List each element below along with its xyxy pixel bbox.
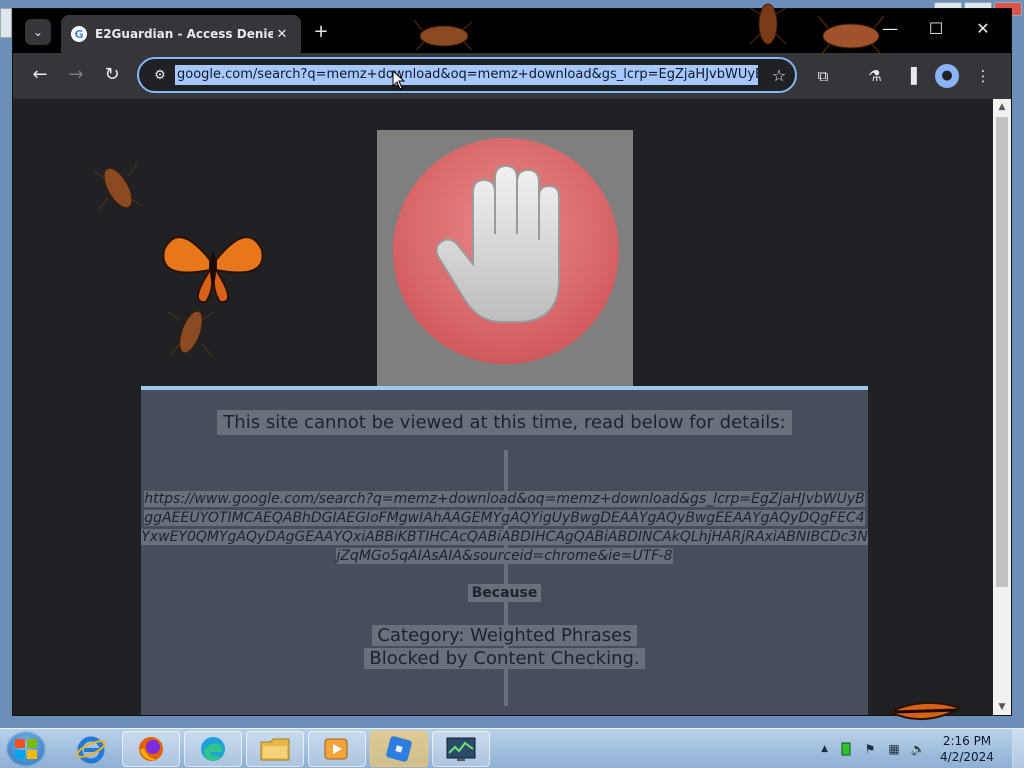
scroll-up-arrow-icon[interactable]: ▲ (993, 99, 1011, 115)
cockroach-icon (749, 3, 787, 45)
browser-toolbar: ← → ↻ ⚙ google.com/search?q=memz+downloa… (13, 53, 1011, 99)
taskbar-task-manager[interactable] (432, 731, 490, 767)
back-arrow-icon[interactable]: ← (27, 64, 53, 88)
blocked-url: https://www.google.com/search?q=memz+dow… (141, 490, 868, 566)
forward-arrow-icon[interactable]: → (63, 64, 89, 88)
edge-icon (201, 737, 225, 761)
maximize-icon[interactable]: ☐ (921, 19, 951, 38)
volume-muted-icon[interactable]: 🔈 (910, 741, 926, 757)
hand-icon (435, 164, 560, 323)
reload-icon[interactable]: ↻ (99, 64, 125, 88)
show-desktop-button[interactable] (1012, 729, 1024, 768)
because-label-text: Because (467, 584, 542, 602)
scroll-down-arrow-icon[interactable]: ▼ (993, 699, 1011, 715)
tab-search-icon[interactable]: ⌄ (25, 19, 51, 45)
internet-explorer-icon (76, 736, 106, 764)
cockroach-icon (167, 310, 215, 357)
butterfly-icon (887, 701, 963, 721)
battery-icon[interactable] (838, 741, 854, 757)
access-denied-panel: This site cannot be viewed at this time,… (141, 386, 868, 715)
media-player-icon (324, 738, 348, 760)
folder-icon (260, 738, 290, 761)
extensions-icon[interactable]: ⧉ (811, 65, 835, 87)
taskbar: ▲ ⚑ ▦ 🔈 2:16 PM 4/2/2024 (0, 728, 1024, 768)
background-window-edge (0, 8, 12, 38)
show-hidden-icons-icon[interactable]: ▲ (821, 744, 828, 754)
scroll-thumb[interactable] (996, 117, 1008, 587)
denied-heading: This site cannot be viewed at this time,… (141, 410, 868, 435)
reason-line: Blocked by Content Checking. (364, 648, 645, 669)
address-bar[interactable]: ⚙ google.com/search?q=memz+download&oq=m… (137, 57, 797, 93)
tab-close-icon[interactable]: ✕ (273, 27, 291, 42)
tab-active[interactable]: G E2Guardian - Access Denied ✕ (61, 15, 301, 53)
bookmark-star-icon[interactable]: ☆ (764, 66, 794, 85)
page-scrollbar[interactable]: ▲ ▼ (993, 99, 1011, 715)
because-label: Because (141, 584, 868, 602)
action-center-flag-icon[interactable]: ⚑ (862, 741, 878, 757)
taskbar-clock[interactable]: 2:16 PM 4/2/2024 (934, 733, 1000, 765)
google-g-icon: G (71, 26, 87, 42)
site-info-icon[interactable]: ⚙ (145, 68, 175, 83)
cockroach-icon (817, 15, 885, 57)
taskbar-edge[interactable] (184, 731, 242, 767)
firefox-icon (139, 737, 163, 761)
start-button[interactable] (6, 731, 46, 767)
browser-window: ⌄ G E2Guardian - Access Denied ✕ + — ☐ ✕… (12, 8, 1012, 716)
profile-avatar-icon[interactable]: ● (935, 64, 959, 88)
denied-heading-text: This site cannot be viewed at this time,… (217, 410, 792, 435)
taskbar-firefox[interactable] (122, 731, 180, 767)
new-tab-button[interactable]: + (309, 21, 333, 45)
blocked-url-text: https://www.google.com/search?q=memz+dow… (141, 491, 868, 564)
page-content: This site cannot be viewed at this time,… (19, 99, 991, 715)
network-icon[interactable]: ▦ (886, 741, 902, 757)
roblox-icon (386, 736, 412, 762)
url-input[interactable]: google.com/search?q=memz+download&oq=mem… (175, 65, 758, 85)
close-icon[interactable]: ✕ (968, 19, 998, 38)
taskbar-file-explorer[interactable] (246, 731, 304, 767)
clock-date: 4/2/2024 (940, 750, 994, 764)
block-reason: Category: Weighted Phrases Blocked by Co… (141, 624, 868, 670)
tab-title: E2Guardian - Access Denied (95, 27, 273, 41)
clock-time: 2:16 PM (942, 734, 992, 748)
task-manager-icon (446, 737, 476, 761)
system-tray: ▲ ⚑ ▦ 🔈 2:16 PM 4/2/2024 (821, 729, 1024, 768)
category-line: Category: Weighted Phrases (372, 625, 637, 646)
cockroach-icon (93, 163, 143, 211)
menu-kebab-icon[interactable]: ⋮ (971, 65, 995, 87)
side-panel-icon[interactable]: ▐ (899, 65, 923, 87)
windows-logo-icon (15, 739, 37, 759)
labs-flask-icon[interactable]: ⚗ (863, 65, 887, 87)
taskbar-remote-app[interactable] (370, 731, 428, 767)
taskbar-media-player[interactable] (308, 731, 366, 767)
taskbar-internet-explorer[interactable] (62, 731, 120, 767)
mouse-cursor-icon (392, 70, 406, 90)
stop-hand-image (377, 130, 633, 386)
butterfly-icon (162, 236, 264, 304)
cockroach-icon (413, 19, 473, 51)
